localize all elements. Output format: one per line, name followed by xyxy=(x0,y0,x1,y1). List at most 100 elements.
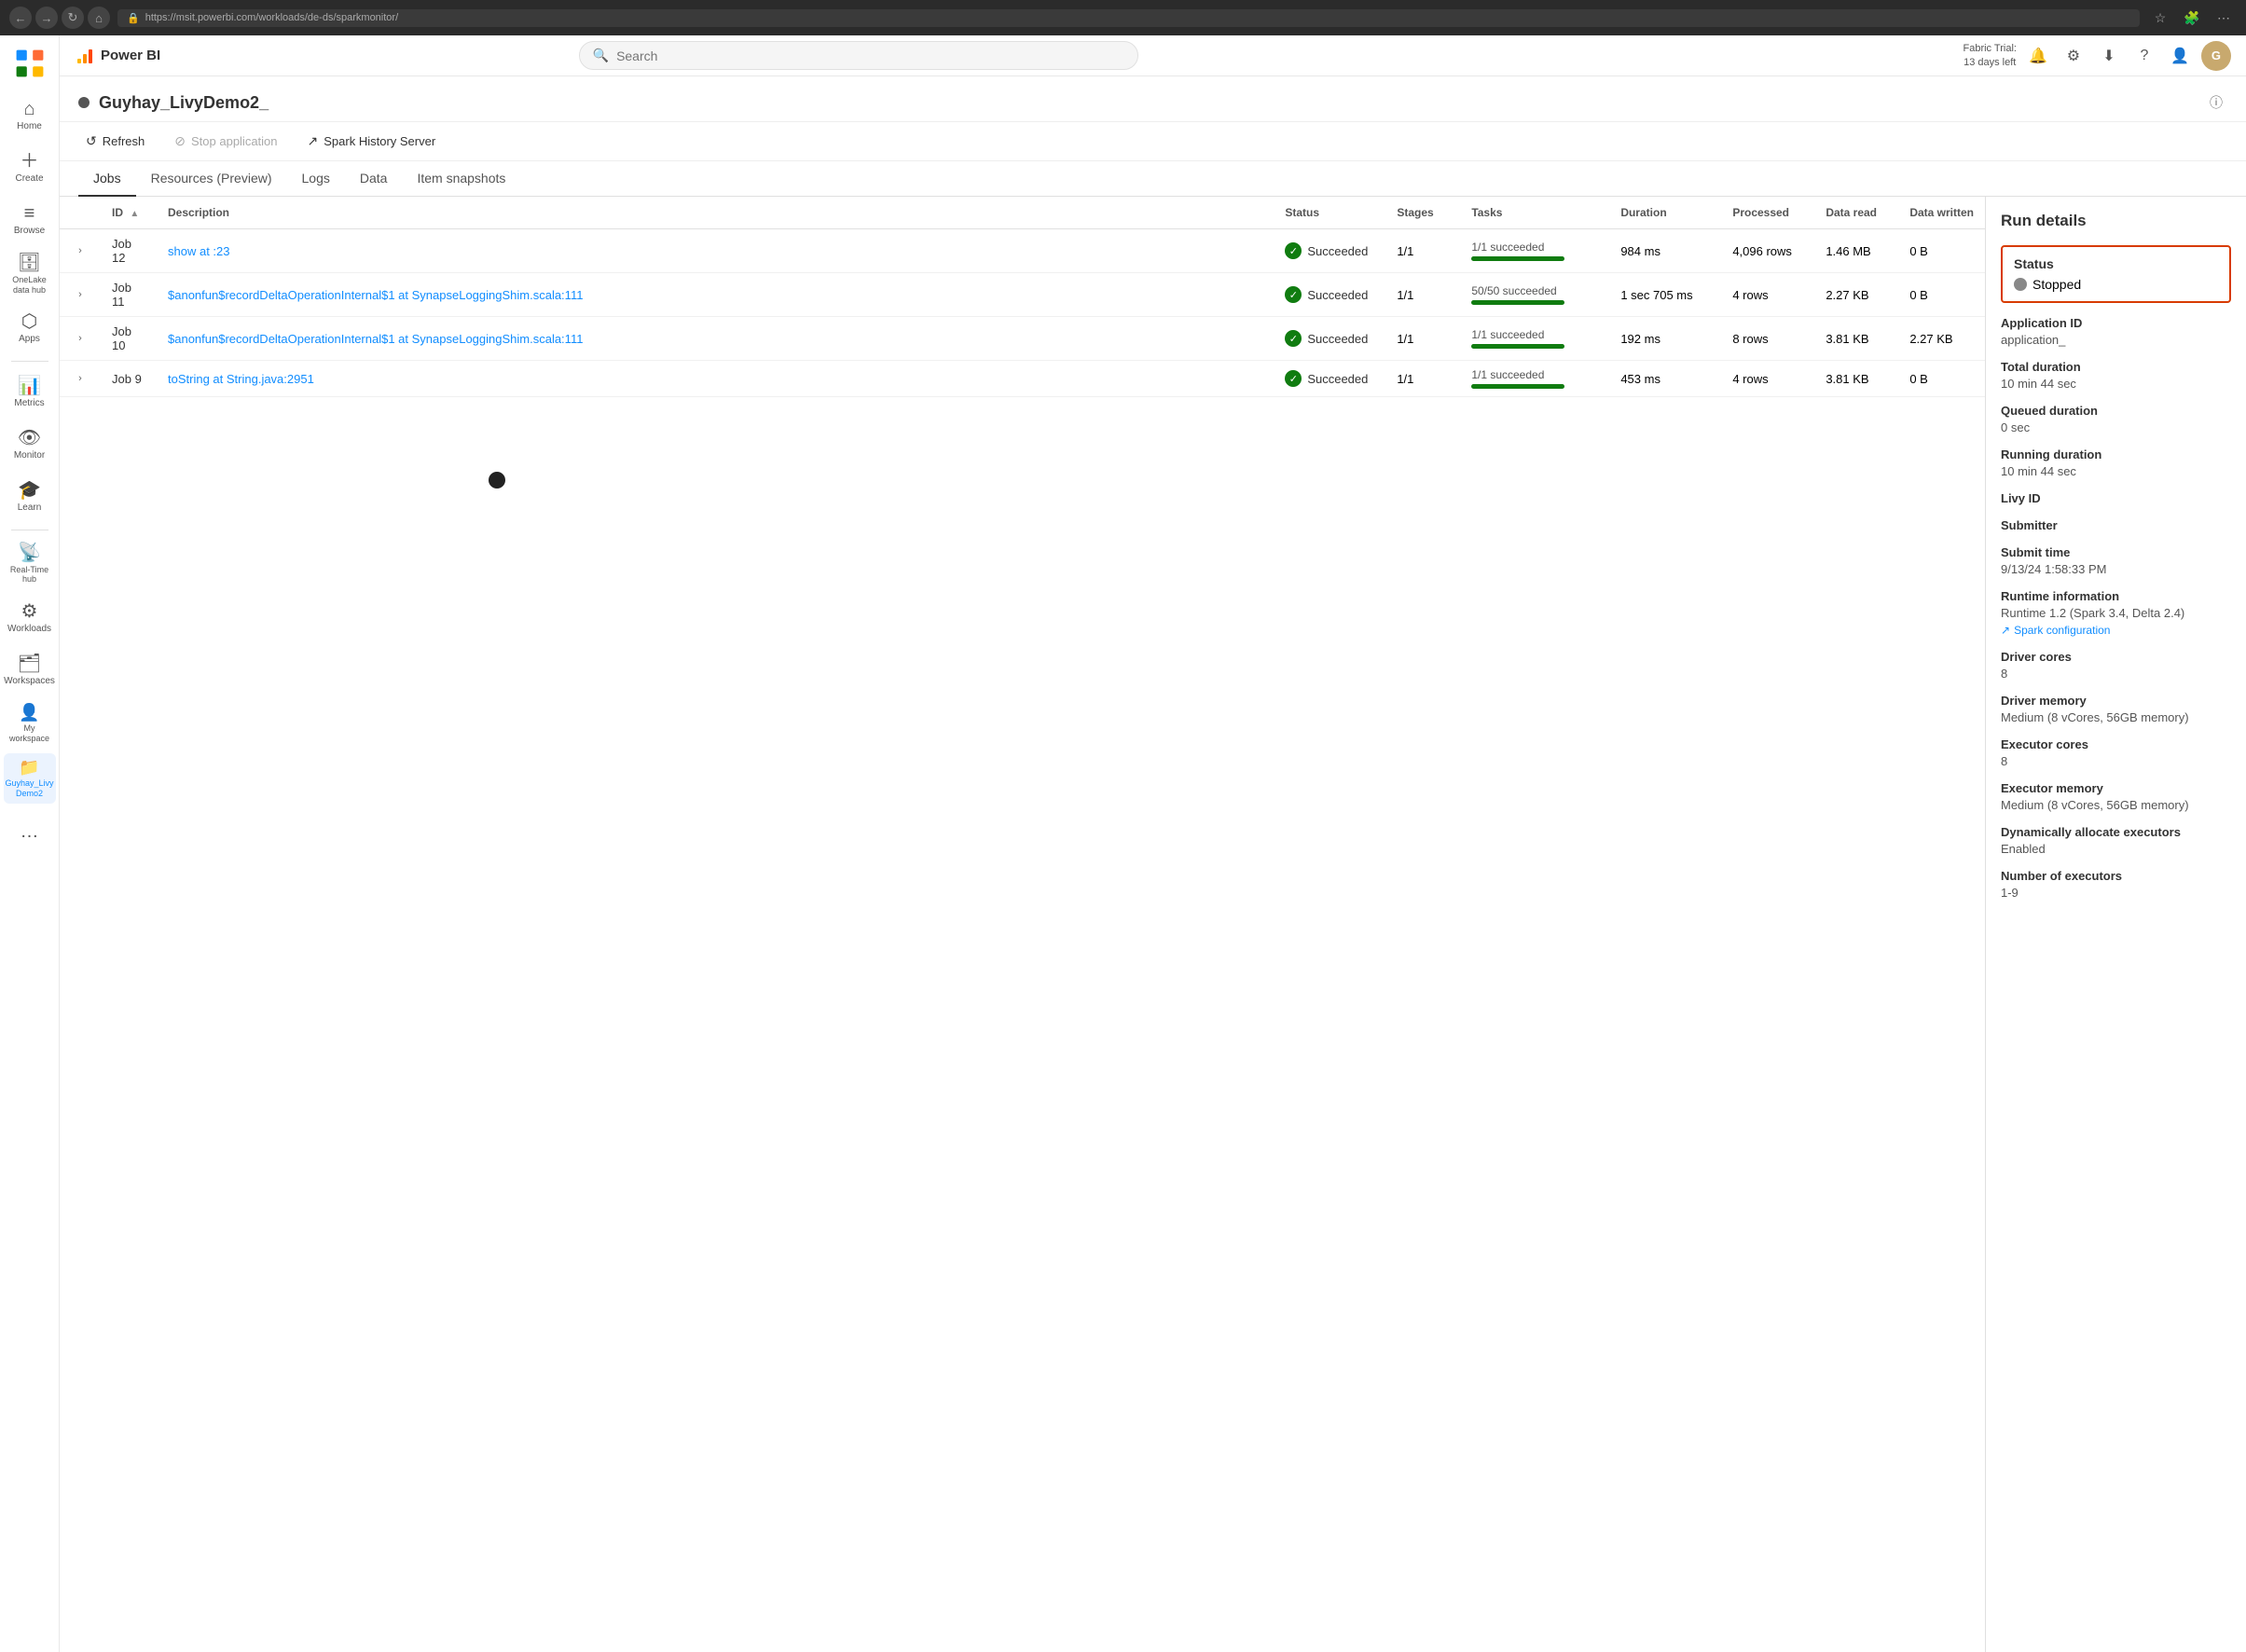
sidebar-item-workloads[interactable]: ⚙ Workloads xyxy=(4,594,56,642)
metrics-icon: 📊 xyxy=(18,377,41,395)
expand-button-3[interactable]: › xyxy=(71,369,90,388)
duration-value-0: 984 ms xyxy=(1620,244,1660,258)
job-desc-link-1[interactable]: $anonfun$recordDeltaOperationInternal$1 … xyxy=(168,288,583,302)
sidebar-item-more[interactable]: … xyxy=(4,807,56,856)
executor-cores-section: Executor cores 8 xyxy=(2001,737,2231,768)
driver-memory-section: Driver memory Medium (8 vCores, 56GB mem… xyxy=(2001,694,2231,724)
app-id-label: Application ID xyxy=(2001,316,2231,330)
table-row: › Job 12 show at :23 ✓ Succeeded 1/1 1/1… xyxy=(60,229,1985,273)
refresh-button[interactable]: ↺ Refresh xyxy=(78,130,152,153)
main-content: Guyhay_LivyDemo2_ ⓘ ↺ Refresh ⊘ Stop app… xyxy=(60,76,2246,1652)
spark-config-link[interactable]: ↗ Spark configuration xyxy=(2001,624,2231,637)
progress-bar-fill-2 xyxy=(1471,344,1564,349)
toolbar: ↺ Refresh ⊘ Stop application ↗ Spark His… xyxy=(60,122,2246,161)
waffle-menu[interactable] xyxy=(4,43,56,84)
search-input[interactable] xyxy=(616,48,1124,63)
status-box: Status Stopped xyxy=(2001,245,2231,303)
num-executors-section: Number of executors 1-9 xyxy=(2001,869,2231,900)
runtime-info-value: Runtime 1.2 (Spark 3.4, Delta 2.4) xyxy=(2001,606,2231,620)
dataread-value-1: 2.27 KB xyxy=(1826,288,1868,302)
sidebar-item-learn[interactable]: 🎓 Learn xyxy=(4,474,56,522)
num-executors-value: 1-9 xyxy=(2001,886,2231,900)
stages-value-3: 1/1 xyxy=(1397,372,1413,386)
spark-history-button[interactable]: ↗ Spark History Server xyxy=(300,130,444,153)
spark-config-label: Spark configuration xyxy=(2014,624,2110,637)
sidebar-item-realtime[interactable]: 📡 Real-Time hub xyxy=(4,538,56,591)
expand-button-2[interactable]: › xyxy=(71,329,90,348)
progress-bar-bg-0 xyxy=(1471,256,1564,261)
col-id-header[interactable]: ID ▲ xyxy=(101,197,157,229)
task-progress-0: 1/1 succeeded xyxy=(1471,241,1598,261)
sidebar-item-onelake-label: OneLake data hub xyxy=(7,275,52,296)
myworkspace-icon: 👤 xyxy=(19,704,39,721)
sidebar-item-workspaces[interactable]: 🗂 Workspaces xyxy=(4,646,56,695)
expand-button-0[interactable]: › xyxy=(71,241,90,260)
home-button[interactable]: ⌂ xyxy=(88,7,110,29)
sidebar-item-monitor[interactable]: 👁 Monitor xyxy=(4,421,56,470)
loading-indicator xyxy=(489,472,505,489)
progress-bar-bg-2 xyxy=(1471,344,1564,349)
job-desc-link-0[interactable]: show at :23 xyxy=(168,244,230,258)
sidebar-item-monitor-label: Monitor xyxy=(14,450,45,461)
sidebar-item-onelake[interactable]: 🗄 OneLake data hub xyxy=(4,248,56,301)
page-title: Guyhay_LivyDemo2_ xyxy=(99,93,269,113)
submitter-label: Submitter xyxy=(2001,518,2231,532)
extensions-button[interactable]: 🧩 xyxy=(2179,7,2205,29)
browser-action-buttons[interactable]: ☆ 🧩 ⋯ xyxy=(2147,7,2237,29)
status-box-title: Status xyxy=(2014,256,2218,271)
sidebar-item-home[interactable]: ⌂ Home xyxy=(4,91,56,140)
driver-cores-value: 8 xyxy=(2001,667,2231,681)
sidebar-item-browse[interactable]: ≡ Browse xyxy=(4,196,56,244)
info-button[interactable]: ⓘ xyxy=(2205,91,2227,114)
help-button[interactable]: ? xyxy=(2130,42,2158,70)
share-button[interactable]: 👤 xyxy=(2166,42,2194,70)
job-desc-link-2[interactable]: $anonfun$recordDeltaOperationInternal$1 … xyxy=(168,332,583,346)
top-bar: Power BI 🔍 Fabric Trial: 13 days left 🔔 … xyxy=(60,35,2246,76)
url-bar[interactable]: 🔒 https://msit.powerbi.com/workloads/de-… xyxy=(117,9,2140,27)
task-label-3: 1/1 succeeded xyxy=(1471,368,1598,381)
sidebar-item-myworkspace[interactable]: 👤 My workspace xyxy=(4,698,56,750)
tab-jobs[interactable]: Jobs xyxy=(78,161,136,197)
stop-app-button[interactable]: ⊘ Stop application xyxy=(167,130,284,153)
refresh-button[interactable]: ↻ xyxy=(62,7,84,29)
progress-bar-fill-1 xyxy=(1471,300,1564,305)
expand-button-1[interactable]: › xyxy=(71,285,90,304)
dynamic-alloc-label: Dynamically allocate executors xyxy=(2001,825,2231,839)
download-button[interactable]: ⬇ xyxy=(2095,42,2123,70)
url-text: https://msit.powerbi.com/workloads/de-ds… xyxy=(145,12,398,23)
tab-resources[interactable]: Resources (Preview) xyxy=(136,161,287,197)
tab-snapshots[interactable]: Item snapshots xyxy=(402,161,520,197)
back-button[interactable]: ← xyxy=(9,7,32,29)
table-header-row: ID ▲ Description Status St xyxy=(60,197,1985,229)
job-desc-link-3[interactable]: toString at String.java:2951 xyxy=(168,372,314,386)
duration-value-3: 453 ms xyxy=(1620,372,1660,386)
settings-button[interactable]: ⚙ xyxy=(2060,42,2088,70)
more-button[interactable]: ⋯ xyxy=(2211,7,2237,29)
progress-bar-fill-0 xyxy=(1471,256,1564,261)
app-brand: Power BI xyxy=(75,46,160,66)
status-success-icon-1: ✓ xyxy=(1285,286,1302,303)
bookmark-button[interactable]: ☆ xyxy=(2147,7,2173,29)
sidebar-item-demo[interactable]: 📁 Guyhay_Livy Demo2 xyxy=(4,753,56,805)
executor-cores-label: Executor cores xyxy=(2001,737,2231,751)
submit-time-section: Submit time 9/13/24 1:58:33 PM xyxy=(2001,545,2231,576)
app-brand-name: Power BI xyxy=(101,48,160,63)
sidebar-item-create[interactable]: ＋ Create xyxy=(4,144,56,192)
col-desc-header: Description xyxy=(157,197,1274,229)
task-progress-1: 50/50 succeeded xyxy=(1471,284,1598,305)
realtime-icon: 📡 xyxy=(18,544,41,562)
user-avatar[interactable]: G xyxy=(2201,41,2231,71)
sidebar-item-apps[interactable]: ⬡ Apps xyxy=(4,305,56,353)
notification-button[interactable]: 🔔 xyxy=(2024,42,2052,70)
apps-icon: ⬡ xyxy=(21,312,37,331)
sidebar-item-metrics[interactable]: 📊 Metrics xyxy=(4,369,56,418)
search-bar[interactable]: 🔍 xyxy=(579,41,1138,70)
create-icon: ＋ xyxy=(21,152,39,171)
tab-data[interactable]: Data xyxy=(345,161,403,197)
tab-logs[interactable]: Logs xyxy=(287,161,345,197)
executor-memory-value: Medium (8 vCores, 56GB memory) xyxy=(2001,798,2231,812)
status-value-1: Succeeded xyxy=(1307,288,1368,302)
run-details-title: Run details xyxy=(2001,212,2231,230)
forward-button[interactable]: → xyxy=(35,7,58,29)
browser-nav[interactable]: ← → ↻ ⌂ xyxy=(9,7,110,29)
